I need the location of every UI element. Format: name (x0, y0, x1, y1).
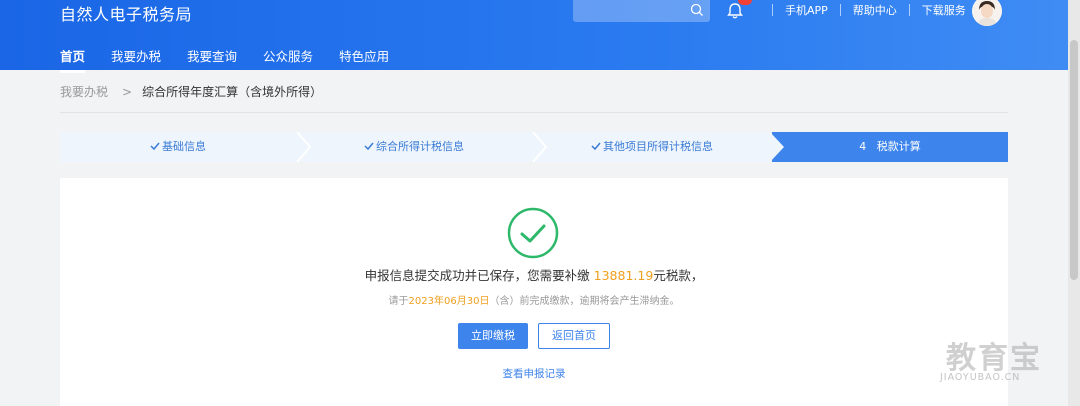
watermark: 教育宝 (946, 341, 1042, 376)
notice-prefix: 请于 (388, 296, 409, 307)
search-input[interactable] (573, 0, 710, 22)
view-records-link: 查看申报记录 (0, 366, 1068, 381)
check-icon (150, 142, 160, 151)
check-icon (364, 142, 374, 151)
nav-special-apps[interactable]: 特色应用 (339, 46, 389, 73)
step-number: 4 (859, 140, 867, 153)
breadcrumb-parent[interactable]: 我要办税 (60, 83, 108, 100)
site-title[interactable]: 自然人电子税务局 (60, 1, 192, 25)
message-suffix: 元税款， (653, 268, 704, 283)
step-label: 综合所得计税信息 (376, 140, 464, 153)
top-links: 手机APP 帮助中心 下载服务 (760, 2, 966, 18)
link-mobile-app[interactable]: 手机APP (785, 2, 828, 18)
search-icon[interactable] (690, 3, 704, 17)
deadline-date: 2023年06月30日 (408, 296, 490, 307)
success-check-icon (507, 207, 559, 259)
nav-public-service[interactable]: 公众服务 (263, 46, 313, 73)
step-label: 税款计算 (876, 140, 921, 153)
avatar[interactable] (972, 0, 1002, 26)
divider (839, 4, 841, 16)
link-download[interactable]: 下载服务 (922, 2, 966, 18)
breadcrumb-separator: > (122, 84, 133, 99)
nav-query[interactable]: 我要查询 (187, 46, 237, 73)
step-basic-info[interactable]: 基础信息 (60, 132, 296, 162)
pay-now-button[interactable]: 立即缴税 (458, 323, 528, 349)
user-avatar-icon (972, 0, 1002, 26)
nav-tax-handling[interactable]: 我要办税 (111, 46, 161, 73)
step-progress: 基础信息 综合所得计税信息 其他项目所得计税信息 4 税款计算 (60, 132, 1008, 162)
notice-suffix: （含）前完成缴款，逾期将会产生滞纳金。 (489, 296, 680, 307)
watermark-url: JIAOYUBAO.CN (940, 372, 1021, 383)
notification-badge (738, 0, 752, 5)
step-tax-calculation[interactable]: 4 税款计算 (772, 132, 1008, 162)
result-message: 申报信息提交成功并已保存，您需要补缴 13881.19元税款， (0, 265, 1068, 284)
step-comprehensive-income[interactable]: 综合所得计税信息 (296, 132, 532, 162)
check-icon (591, 142, 601, 151)
breadcrumb: 我要办税 > 综合所得年度汇算（含境外所得） (60, 83, 322, 100)
tax-amount: 13881.19 (593, 268, 654, 283)
link-help-center[interactable]: 帮助中心 (853, 2, 897, 18)
step-label: 基础信息 (162, 140, 206, 153)
scrollbar-thumb[interactable] (1070, 40, 1078, 280)
breadcrumb-current: 综合所得年度汇算（含境外所得） (142, 85, 323, 99)
view-records-link-text[interactable]: 查看申报记录 (503, 368, 566, 380)
top-header: 自然人电子税务局 手机APP 帮助中心 下载服务 首页 我要办税 我要查询 公众… (0, 0, 1068, 73)
main-nav: 首页 我要办税 我要查询 公众服务 特色应用 (60, 46, 415, 73)
divider (772, 4, 773, 16)
divider (908, 4, 910, 16)
nav-home[interactable]: 首页 (60, 46, 86, 73)
divider (60, 112, 1008, 113)
return-home-button[interactable]: 返回首页 (538, 323, 610, 349)
step-label: 其他项目所得计税信息 (603, 140, 713, 153)
deadline-notice: 请于2023年06月30日（含）前完成缴款，逾期将会产生滞纳金。 (0, 292, 1068, 307)
step-other-income[interactable]: 其他项目所得计税信息 (532, 132, 772, 162)
message-prefix: 申报信息提交成功并已保存，您需要补缴 (364, 268, 590, 283)
